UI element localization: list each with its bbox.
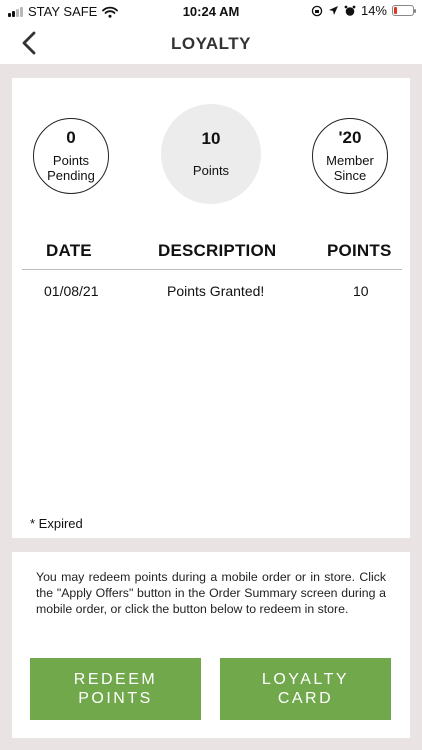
alarm-icon (344, 5, 356, 16)
battery-icon (392, 5, 416, 16)
member-since-badge: '20 Member Since (312, 118, 388, 194)
loyalty-card-button[interactable]: LOYALTY CARD (220, 658, 391, 720)
redeem-instructions: You may redeem points during a mobile or… (36, 570, 386, 616)
redeem-points-button[interactable]: REDEEM POINTS (30, 658, 201, 720)
navigation-bar: LOYALTY (0, 22, 422, 64)
redeem-button-line1: REDEEM (73, 671, 158, 688)
points-total-value: 10 (201, 129, 221, 148)
battery-level (394, 7, 397, 14)
redeem-card: You may redeem points during a mobile or… (12, 552, 410, 738)
points-pending-label: Points Pending (47, 153, 95, 183)
points-pending-value: 0 (66, 128, 76, 147)
screen-rotation-lock-icon (311, 5, 323, 16)
table-divider (22, 269, 402, 270)
status-right: 14% (311, 3, 416, 18)
loyalty-summary-card: 0 Points Pending 10 Points '20 Member Si… (12, 78, 410, 538)
row-description: Points Granted! (167, 283, 265, 299)
status-bar: STAY SAFE 10:24 AM 14% (0, 0, 422, 22)
row-date: 01/08/21 (44, 283, 99, 299)
member-since-label: Member Since (326, 153, 374, 183)
points-total-badge: 10 Points (161, 104, 261, 204)
loyalty-button-line1: LOYALTY (261, 671, 350, 688)
column-header-description: DESCRIPTION (158, 241, 277, 260)
redeem-button-line2: POINTS (78, 690, 153, 707)
row-points: 10 (353, 283, 369, 299)
points-total-label: Points (192, 163, 230, 178)
column-header-points: POINTS (327, 241, 392, 260)
location-arrow-icon (328, 6, 338, 15)
page-title: LOYALTY (170, 34, 251, 53)
points-pending-badge: 0 Points Pending (33, 118, 109, 194)
member-since-value: '20 (338, 128, 362, 147)
battery-percent: 14% (360, 3, 387, 18)
expired-note: * Expired (30, 516, 83, 531)
loyalty-button-line2: CARD (277, 690, 334, 707)
column-header-date: DATE (46, 241, 92, 260)
